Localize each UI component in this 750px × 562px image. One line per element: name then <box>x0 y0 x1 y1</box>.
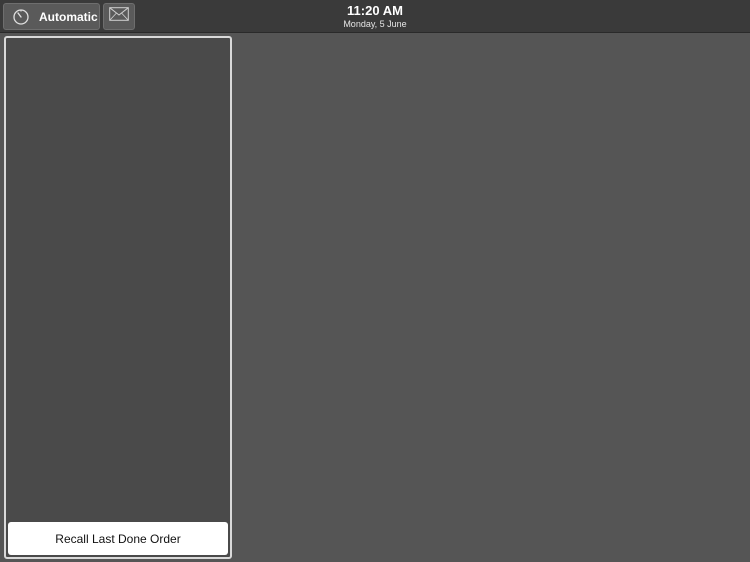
recall-last-done-order-button[interactable]: Recall Last Done Order <box>8 522 228 555</box>
mail-button[interactable] <box>103 3 135 30</box>
clock: 11:20 AM Monday, 5 June <box>275 3 475 30</box>
main-content-area <box>234 34 750 562</box>
order-panel: Recall Last Done Order <box>4 36 232 559</box>
timer-icon <box>12 8 30 26</box>
automatic-mode-label: Automatic <box>39 9 98 24</box>
automatic-mode-button[interactable]: Automatic <box>3 3 100 30</box>
clock-date: Monday, 5 June <box>343 19 407 29</box>
envelope-icon <box>109 7 129 26</box>
top-bar: Automatic 11:20 AM Monday, 5 June <box>0 0 750 33</box>
clock-time: 11:20 AM <box>347 3 403 18</box>
